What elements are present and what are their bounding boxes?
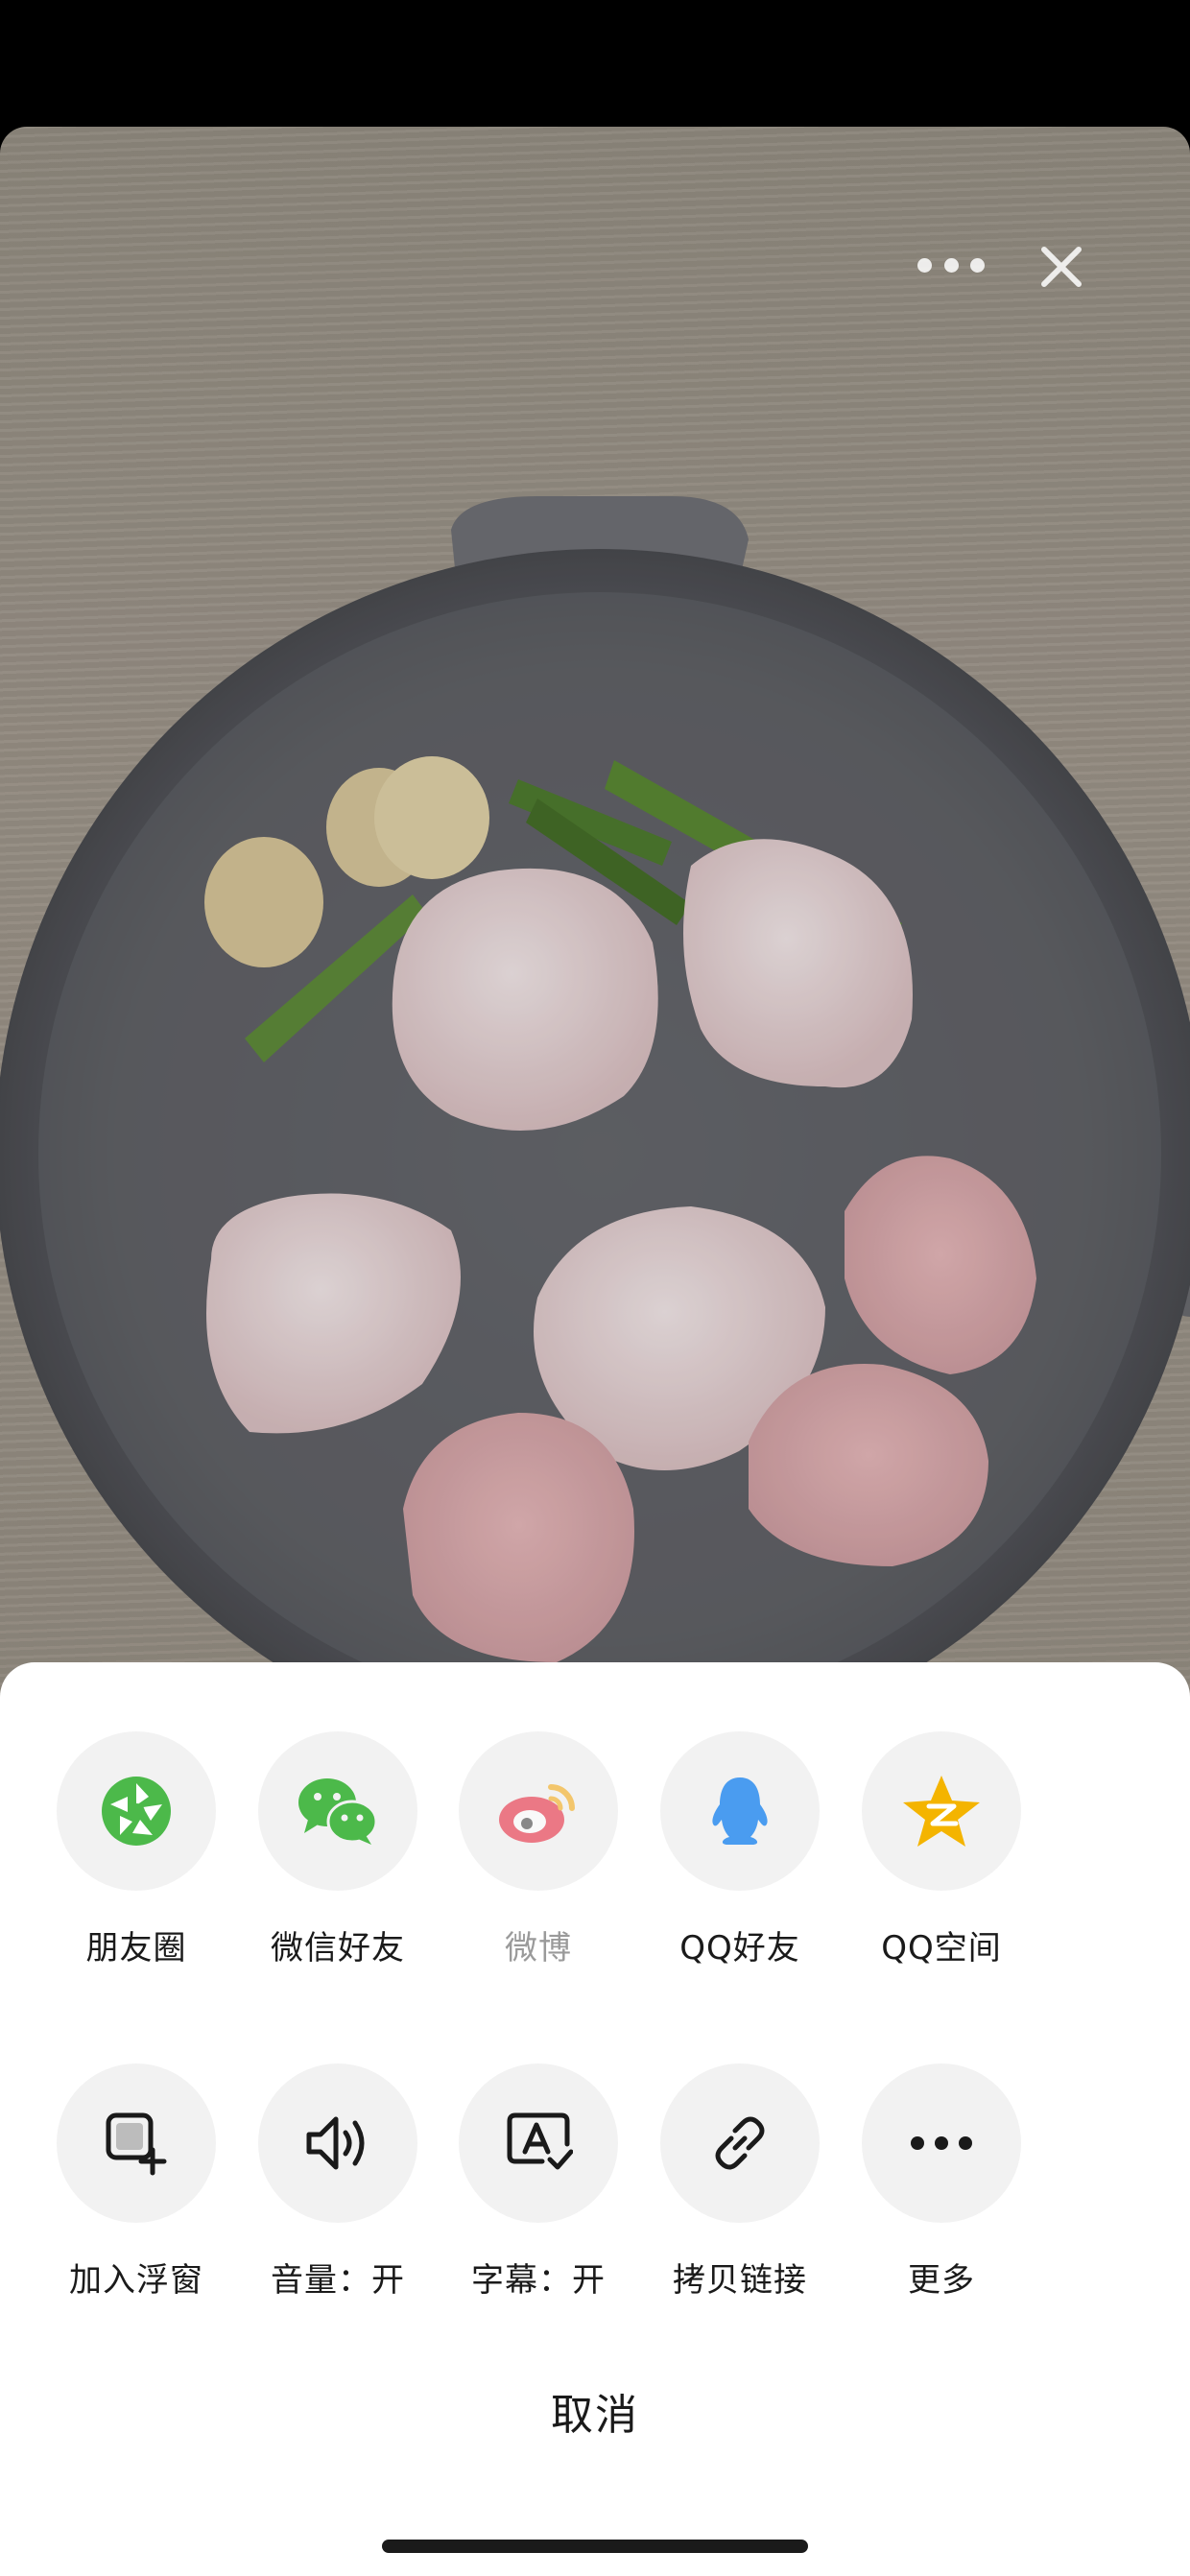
share-wechat-friend-button[interactable]: 微信好友 <box>237 1731 439 1971</box>
wechat-icon <box>298 1778 378 1845</box>
home-indicator[interactable] <box>382 2540 808 2553</box>
status-bar <box>0 0 1190 127</box>
share-moments-button[interactable]: 朋友圈 <box>36 1731 237 1971</box>
more-button[interactable]: 更多 <box>841 2063 1042 2303</box>
share-weibo-label: 微博 <box>505 1929 572 1968</box>
more-label: 更多 <box>908 2261 975 2300</box>
weibo-icon <box>499 1784 575 1843</box>
qzone-icon <box>903 1776 980 1847</box>
volume-label: 音量：开 <box>271 2261 405 2300</box>
floating-window-label: 加入浮窗 <box>69 2261 203 2300</box>
more-options-icon[interactable] <box>917 248 985 282</box>
more-icon <box>911 2136 972 2150</box>
qq-icon-bg <box>660 1731 820 1891</box>
video-preview[interactable] <box>0 127 1190 1710</box>
cancel-button[interactable]: 取消 <box>403 2363 787 2459</box>
volume-icon <box>306 2116 365 2170</box>
floating-window-button[interactable]: 加入浮窗 <box>36 2063 237 2303</box>
top-controls <box>902 232 1190 299</box>
copy-link-button[interactable]: 拷贝链接 <box>639 2063 841 2303</box>
dot <box>970 257 985 273</box>
share-qzone-button[interactable]: QQ空间 <box>841 1731 1042 1971</box>
dot <box>917 257 932 273</box>
more-icon-bg <box>862 2063 1021 2223</box>
copy-link-label: 拷贝链接 <box>673 2261 807 2300</box>
pan-with-chicken-image <box>0 127 1190 1710</box>
subtitle-label: 字幕：开 <box>471 2261 606 2300</box>
share-wechat-friend-label: 微信好友 <box>271 1929 405 1968</box>
link-icon-bg <box>660 2063 820 2223</box>
wechat-icon-bg <box>258 1731 417 1891</box>
volume-icon-bg <box>258 2063 417 2223</box>
share-qq-friend-button[interactable]: QQ好友 <box>639 1731 841 1971</box>
close-icon[interactable] <box>1036 242 1086 292</box>
share-weibo-button[interactable]: 微博 <box>438 1731 639 1971</box>
share-targets-row: 朋友圈 微信好友 微博 QQ好友 QQ空间 <box>0 1731 1190 1971</box>
share-moments-label: 朋友圈 <box>85 1929 187 1968</box>
share-qzone-label: QQ空间 <box>881 1929 1002 1968</box>
share-qq-friend-label: QQ好友 <box>679 1929 800 1968</box>
subtitle-toggle-button[interactable]: 字幕：开 <box>438 2063 639 2303</box>
moments-icon-bg <box>57 1731 216 1891</box>
qzone-icon-bg <box>862 1731 1021 1891</box>
volume-toggle-button[interactable]: 音量：开 <box>237 2063 439 2303</box>
link-icon <box>715 2116 765 2170</box>
subtitle-icon-bg <box>459 2063 618 2223</box>
subtitle-icon <box>507 2112 573 2170</box>
actions-row: 加入浮窗 音量：开 字幕：开 拷贝链接 更多 <box>0 2063 1190 2303</box>
moments-icon <box>102 1777 171 1846</box>
weibo-icon-bg <box>459 1731 618 1891</box>
floating-window-icon-bg <box>57 2063 216 2223</box>
share-sheet: 朋友圈 微信好友 微博 QQ好友 QQ空间 加入浮窗 音量：开 字幕：开 拷贝链… <box>0 1662 1190 2576</box>
qq-icon <box>712 1777 768 1845</box>
floating-window-icon <box>106 2112 167 2176</box>
dot <box>943 257 959 273</box>
